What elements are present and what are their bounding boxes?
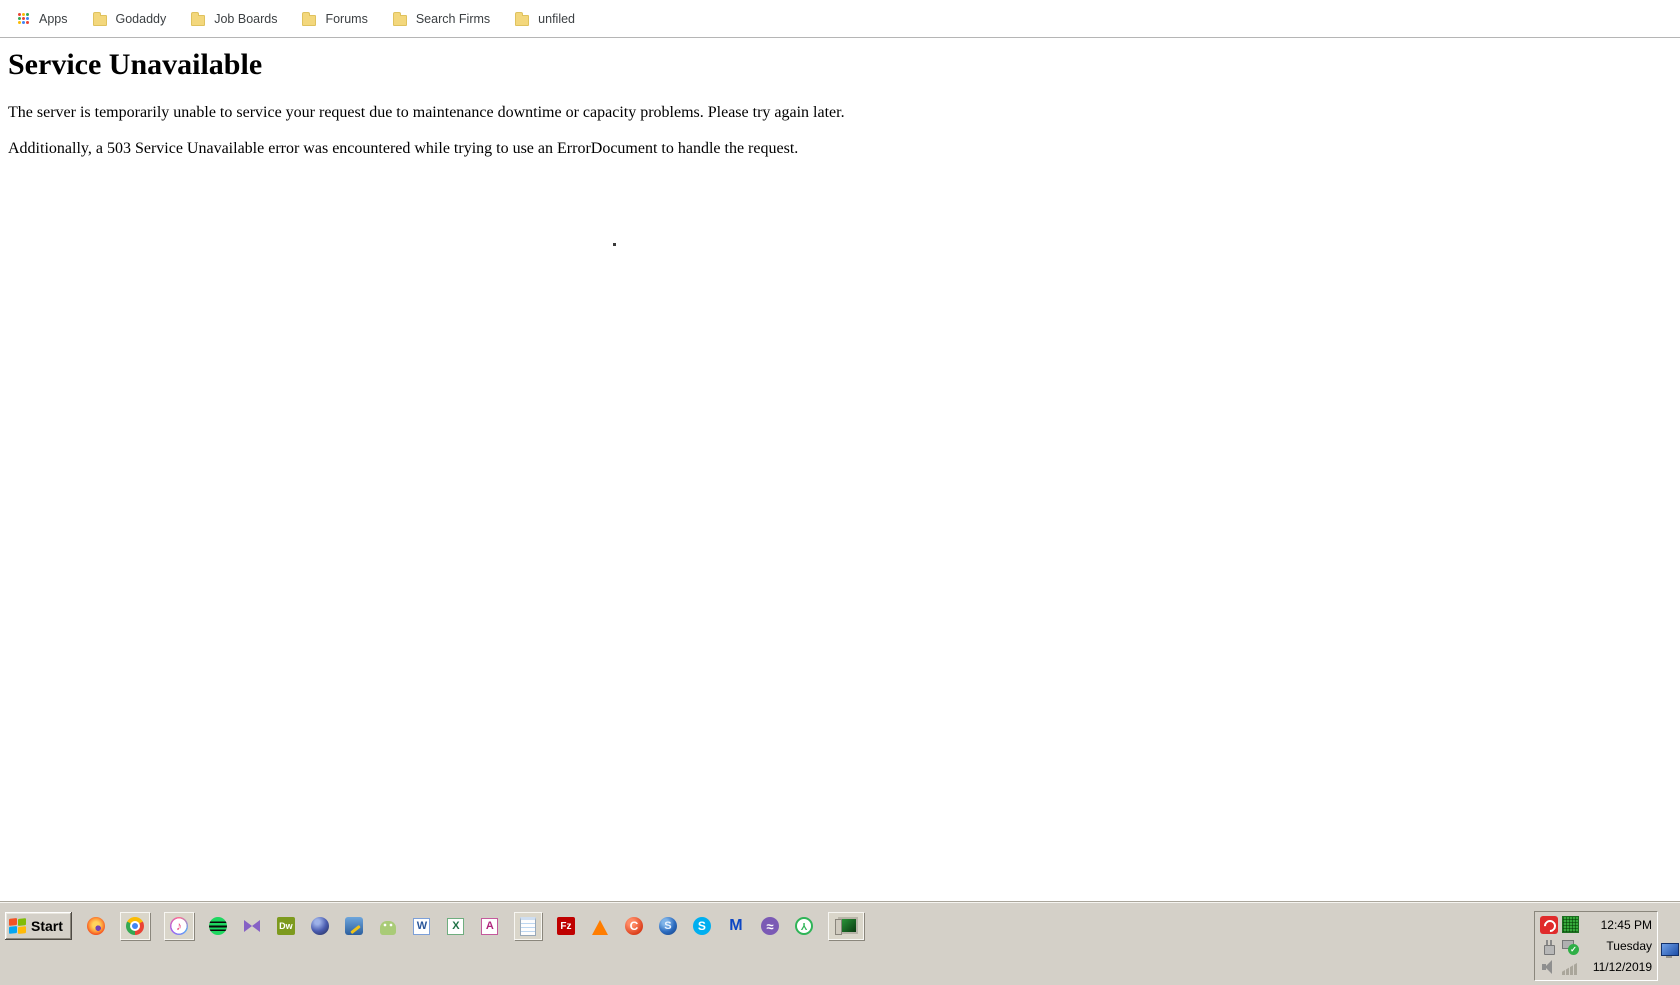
folder-icon — [302, 11, 317, 26]
bookmark-label: Forums — [325, 11, 368, 26]
signal-strength-icon[interactable] — [1561, 958, 1579, 976]
bookmarks-bar: Apps Godaddy Job Boards Forums Search Fi… — [0, 0, 1680, 38]
bookmark-folder-search-firms[interactable]: Search Firms — [390, 6, 493, 32]
bittorrent-glyph: ≈ — [760, 917, 779, 935]
tray-row-1: 12:45 PM — [1540, 914, 1652, 935]
avira-glyph — [1540, 915, 1558, 934]
filezilla-icon[interactable]: Fz — [556, 916, 576, 936]
folder-icon — [515, 11, 530, 26]
error-page: Service Unavailable The server is tempor… — [0, 39, 1680, 158]
bookmark-folder-job-boards[interactable]: Job Boards — [188, 6, 280, 32]
notepad-glyph — [519, 916, 536, 936]
folder-icon — [92, 11, 107, 26]
ccleaner-icon[interactable]: C — [624, 916, 644, 936]
visual-studio-icon[interactable] — [242, 916, 262, 936]
cursor-dot — [613, 243, 616, 246]
vlc-icon[interactable] — [590, 916, 610, 936]
error-message: The server is temporarily unable to serv… — [8, 104, 845, 121]
android-icon[interactable] — [378, 916, 398, 936]
access-glyph: A — [481, 917, 499, 935]
error-detail: Additionally, a 503 Service Unavailable … — [8, 139, 799, 157]
notepad-icon[interactable] — [513, 912, 542, 940]
power-plug-icon[interactable] — [1540, 937, 1558, 955]
bookmark-label: Job Boards — [214, 11, 278, 26]
steam-icon[interactable]: S — [658, 916, 678, 936]
spotify-glyph — [208, 917, 227, 935]
filezilla-glyph: Fz — [556, 917, 575, 935]
word-glyph: W — [413, 917, 431, 935]
chrome-glyph — [125, 917, 144, 935]
network-activity-icon[interactable] — [1561, 916, 1579, 934]
dreamweaver-icon[interactable]: Dw — [276, 916, 296, 936]
chrome-icon[interactable] — [119, 912, 150, 940]
firefox-icon[interactable] — [86, 916, 106, 936]
tray-row-2: Tuesday — [1540, 935, 1652, 956]
quick-launch-bar: ♪ Dw W X A Fz C S S M ≈ Y — [86, 912, 864, 940]
skype-icon[interactable]: S — [692, 916, 712, 936]
skype-glyph: S — [692, 917, 711, 935]
taskbar-row: Start ♪ Dw W X A Fz C S S M ≈ Y — [5, 911, 864, 941]
bookmark-label: unfiled — [538, 11, 576, 26]
folder-icon — [392, 11, 407, 26]
green-ring-glyph: Y — [794, 917, 813, 935]
clock-day: Tuesday — [1606, 938, 1652, 953]
folder-icon — [191, 11, 206, 26]
word-icon[interactable]: W — [412, 916, 432, 936]
excel-glyph: X — [447, 917, 465, 935]
taskbar: Start ♪ Dw W X A Fz C S S M ≈ Y 12:45 PM… — [0, 903, 1680, 985]
bookmark-folder-unfiled[interactable]: unfiled — [512, 6, 578, 32]
windows-flag-icon — [9, 917, 26, 935]
start-label: Start — [31, 918, 63, 934]
itunes-glyph: ♪ — [169, 917, 188, 935]
page-title: Service Unavailable — [8, 48, 263, 81]
bookmark-label: Godaddy — [115, 11, 167, 26]
bookmark-label: Search Firms — [415, 11, 491, 26]
bittorrent-icon[interactable]: ≈ — [760, 916, 780, 936]
android-glyph — [379, 920, 396, 935]
visual-studio-glyph — [243, 917, 261, 935]
ccleaner-glyph: C — [624, 917, 643, 935]
code-editor-icon[interactable] — [344, 916, 364, 936]
malwarebytes-glyph: M — [729, 917, 743, 934]
start-button[interactable]: Start — [5, 912, 72, 940]
code-editor-glyph — [344, 917, 363, 935]
steam-glyph: S — [658, 917, 677, 935]
eclipse-icon[interactable] — [310, 916, 330, 936]
eclipse-glyph — [310, 917, 329, 935]
dreamweaver-glyph: Dw — [276, 917, 295, 935]
bookmark-item-apps[interactable]: Apps — [14, 6, 71, 32]
desktop-screen: Apps Godaddy Job Boards Forums Search Fi… — [0, 0, 1680, 985]
bookmark-folder-forums[interactable]: Forums — [299, 6, 370, 32]
bookmark-folder-godaddy[interactable]: Godaddy — [90, 6, 170, 32]
itunes-icon[interactable]: ♪ — [163, 912, 194, 940]
remote-display-icon[interactable] — [1661, 943, 1679, 958]
my-computer-glyph — [834, 916, 858, 936]
signal-glyph — [1562, 962, 1578, 976]
green-ring-utility-icon[interactable]: Y — [794, 916, 814, 936]
apps-grid-icon — [17, 12, 30, 25]
avira-antivirus-icon[interactable] — [1540, 915, 1558, 934]
access-icon[interactable]: A — [480, 916, 500, 936]
clock-date: 11/12/2019 — [1592, 960, 1652, 975]
system-tray: 12:45 PM Tuesday 11/12/2019 — [1534, 911, 1658, 981]
vlc-glyph — [591, 919, 608, 935]
volume-icon[interactable] — [1540, 958, 1558, 976]
usb-safely-remove-icon[interactable] — [1561, 937, 1579, 955]
bookmark-label: Apps — [39, 11, 68, 26]
excel-icon[interactable]: X — [446, 916, 466, 936]
network-activity-glyph — [1561, 916, 1579, 934]
clock-time: 12:45 PM — [1600, 917, 1652, 932]
my-computer-icon[interactable] — [827, 912, 864, 940]
spotify-icon[interactable] — [208, 916, 228, 936]
firefox-glyph — [86, 917, 105, 935]
malwarebytes-icon[interactable]: M — [726, 916, 746, 936]
tray-row-3: 11/12/2019 — [1540, 957, 1652, 978]
